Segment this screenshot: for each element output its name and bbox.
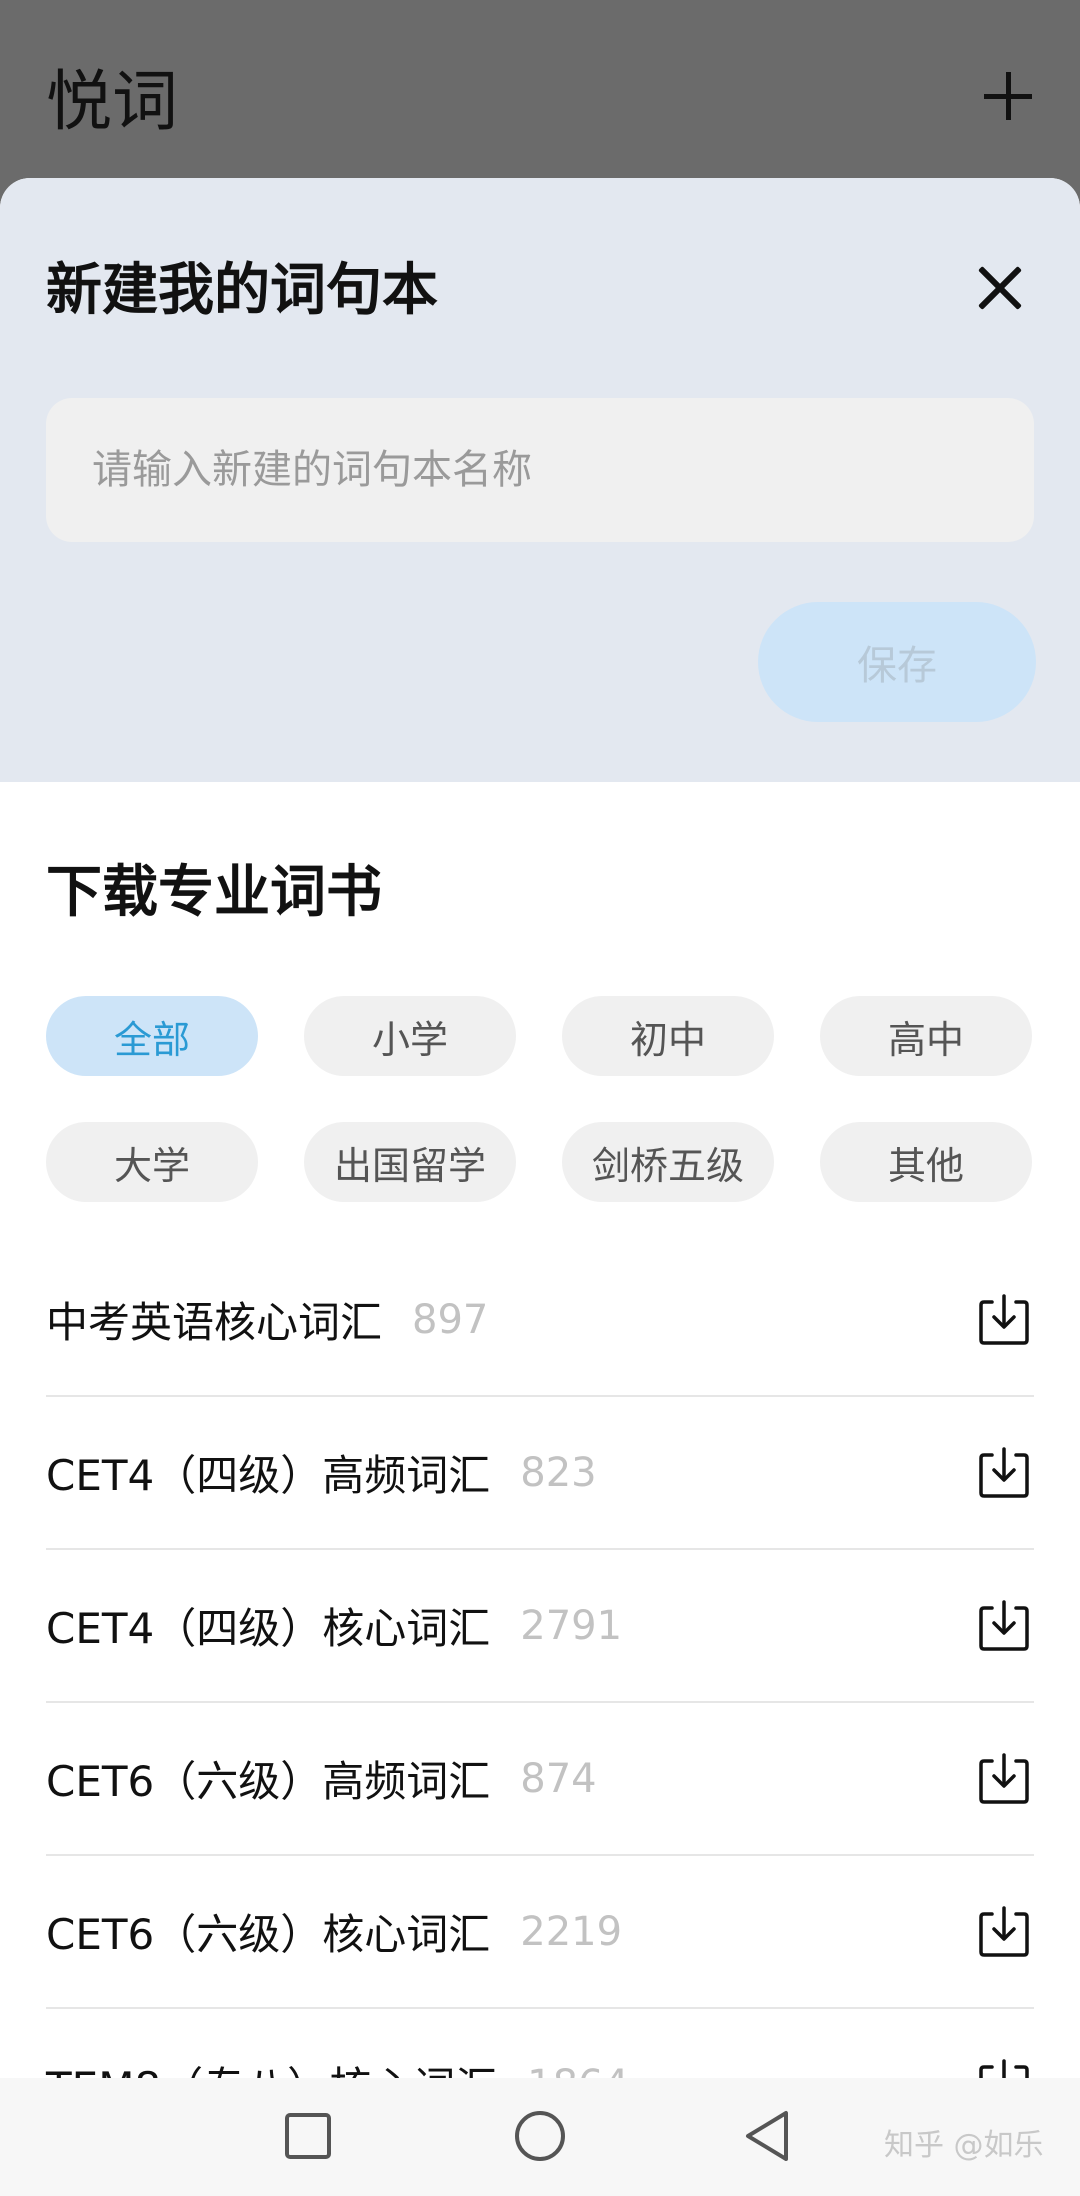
category-chip-junior[interactable]: 初中 bbox=[562, 996, 774, 1076]
category-chip-senior[interactable]: 高中 bbox=[820, 996, 1032, 1076]
category-filter: 全部 小学 初中 高中 大学 出国留学 剑桥五级 其他 bbox=[46, 996, 1036, 1202]
book-word-count: 2219 bbox=[520, 1908, 623, 1955]
category-chip-study-abroad[interactable]: 出国留学 bbox=[304, 1122, 516, 1202]
list-item[interactable]: CET4（四级）高频词汇 823 bbox=[46, 1397, 1034, 1550]
download-icon[interactable] bbox=[976, 1598, 1032, 1654]
download-section-title: 下载专业词书 bbox=[46, 860, 382, 925]
book-name: TEM8（专八）核心词汇 bbox=[46, 2054, 497, 2078]
add-icon[interactable] bbox=[978, 66, 1038, 126]
book-name: CET6（六级）高频词汇 bbox=[46, 1757, 491, 1806]
book-list: 中考英语核心词汇 897 CET4（四级）高频词汇 823 CET4（四级）核心… bbox=[46, 1244, 1034, 2078]
download-icon[interactable] bbox=[976, 1904, 1032, 1960]
back-icon[interactable] bbox=[738, 2106, 798, 2166]
app-title: 悦词 bbox=[46, 63, 178, 140]
save-button[interactable]: 保存 bbox=[758, 602, 1036, 722]
recent-apps-icon[interactable] bbox=[278, 2106, 338, 2166]
home-icon[interactable] bbox=[510, 2106, 570, 2166]
book-word-count: 2791 bbox=[520, 1602, 623, 1649]
close-icon[interactable] bbox=[974, 262, 1026, 314]
book-name: CET4（四级）核心词汇 bbox=[46, 1604, 491, 1653]
list-item[interactable]: TEM8（专八）核心词汇 1864 bbox=[46, 2009, 1034, 2078]
sheet-title: 新建我的词句本 bbox=[46, 258, 438, 323]
book-word-count: 1864 bbox=[527, 2062, 629, 2079]
system-nav-bar: 知乎 @如乐 bbox=[0, 2078, 1080, 2196]
book-name: CET4（四级）高频词汇 bbox=[46, 1451, 491, 1500]
list-item[interactable]: CET4（四级）核心词汇 2791 bbox=[46, 1550, 1034, 1703]
download-icon[interactable] bbox=[976, 2057, 1032, 2078]
download-icon[interactable] bbox=[976, 1445, 1032, 1501]
notebook-name-input[interactable] bbox=[46, 398, 1034, 542]
book-name: 中考英语核心词汇 bbox=[46, 1298, 383, 1347]
category-chip-university[interactable]: 大学 bbox=[46, 1122, 258, 1202]
list-item[interactable]: CET6（六级）核心词汇 2219 bbox=[46, 1856, 1034, 2009]
new-notebook-sheet: 新建我的词句本 保存 下载专业词书 全部 小学 初中 高中 大学 出国留学 剑桥… bbox=[0, 178, 1080, 2078]
book-name: CET6（六级）核心词汇 bbox=[46, 1910, 491, 1959]
list-item[interactable]: 中考英语核心词汇 897 bbox=[46, 1244, 1034, 1397]
watermark: 知乎 @如乐 bbox=[884, 2128, 1044, 2163]
create-notebook-panel: 新建我的词句本 保存 bbox=[0, 178, 1080, 782]
download-icon[interactable] bbox=[976, 1751, 1032, 1807]
list-item[interactable]: CET6（六级）高频词汇 874 bbox=[46, 1703, 1034, 1856]
category-chip-other[interactable]: 其他 bbox=[820, 1122, 1032, 1202]
book-word-count: 897 bbox=[412, 1296, 489, 1343]
book-word-count: 874 bbox=[520, 1755, 597, 1802]
category-chip-all[interactable]: 全部 bbox=[46, 996, 258, 1076]
download-icon[interactable] bbox=[976, 1292, 1032, 1348]
app-bar: 悦词 bbox=[0, 0, 1080, 180]
book-word-count: 823 bbox=[520, 1449, 597, 1496]
category-chip-primary[interactable]: 小学 bbox=[304, 996, 516, 1076]
category-chip-cambridge[interactable]: 剑桥五级 bbox=[562, 1122, 774, 1202]
